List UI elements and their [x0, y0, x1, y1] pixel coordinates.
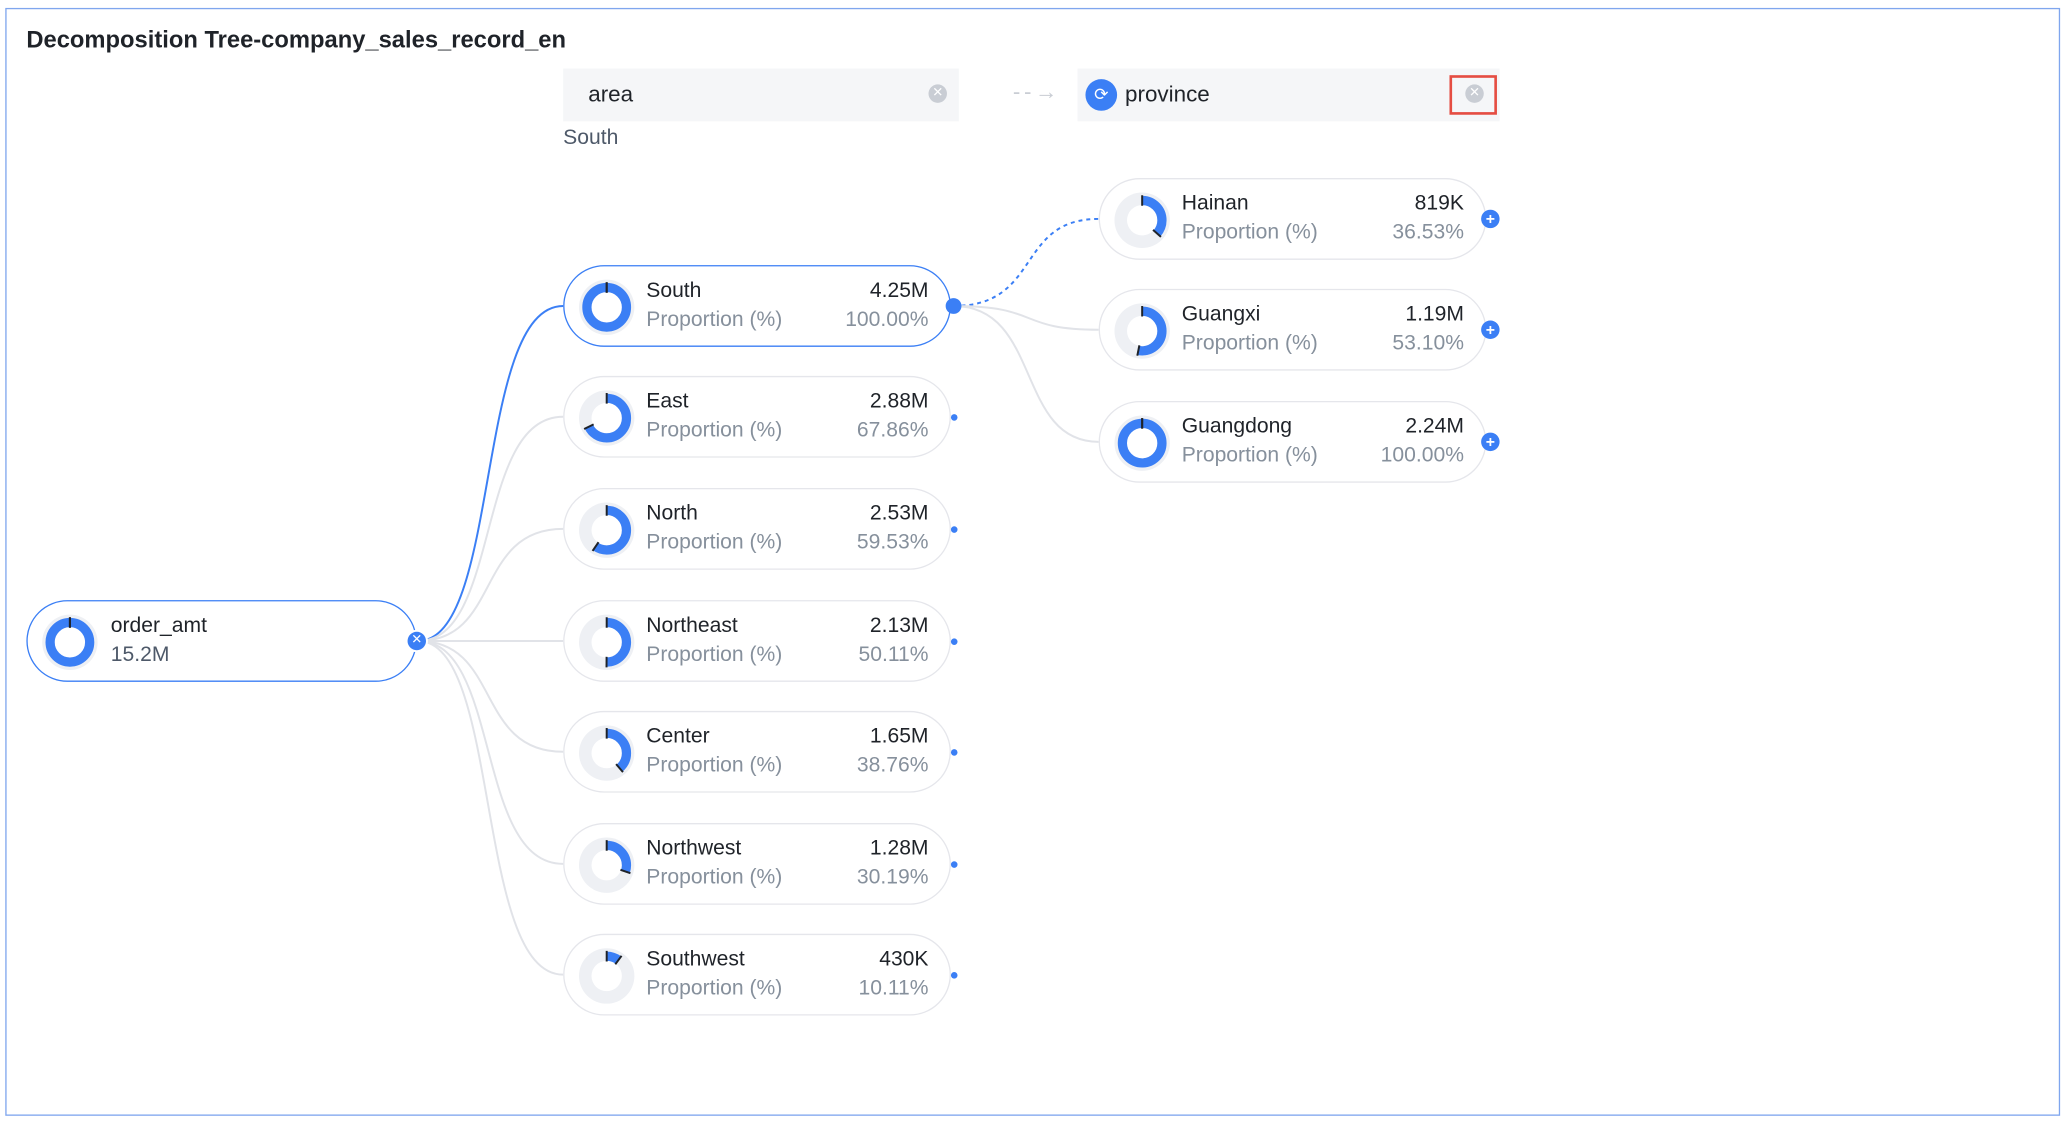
area-node-east[interactable]: East 2.88M Proportion (%) 67.86% — [563, 376, 951, 458]
donut-icon — [578, 947, 636, 1005]
donut-hole — [1127, 428, 1157, 458]
node-value: 15.2M — [111, 644, 170, 668]
donut-icon — [578, 836, 636, 894]
donut-icon — [41, 613, 99, 671]
proportion-label: Proportion (%) — [646, 532, 782, 556]
province-node-guangxi[interactable]: Guangxi 1.19M Proportion (%) 53.10% — [1099, 289, 1487, 371]
proportion-value: 59.53% — [857, 532, 929, 556]
tree-links — [0, 0, 2068, 1129]
donut-hole — [592, 515, 622, 545]
proportion-value: 50.11% — [859, 644, 929, 668]
node-value: 2.53M — [870, 503, 929, 527]
proportion-label: Proportion (%) — [1182, 332, 1318, 356]
root-node[interactable]: order_amt 15.2M — [26, 600, 416, 682]
donut-hole — [55, 627, 85, 657]
expand-dot[interactable] — [951, 414, 958, 421]
proportion-value: 10.11% — [859, 977, 929, 1001]
area-node-north[interactable]: North 2.53M Proportion (%) 59.53% — [563, 488, 951, 570]
node-value: 2.24M — [1405, 415, 1464, 439]
area-node-southwest[interactable]: Southwest 430K Proportion (%) 10.11% — [563, 934, 951, 1016]
donut-icon — [1113, 191, 1171, 249]
expand-icon[interactable]: + — [1481, 433, 1499, 451]
donut-hole — [592, 850, 622, 880]
node-value: 2.13M — [870, 615, 929, 639]
node-name: Northwest — [646, 838, 741, 862]
donut-hole — [592, 292, 622, 322]
proportion-label: Proportion (%) — [646, 977, 782, 1001]
proportion-value: 100.00% — [1381, 444, 1464, 468]
collapse-icon[interactable]: ✕ — [408, 632, 426, 650]
node-value: 1.28M — [870, 838, 929, 862]
node-name: Southwest — [646, 948, 745, 972]
donut-hole — [592, 738, 622, 768]
area-node-center[interactable]: Center 1.65M Proportion (%) 38.76% — [563, 711, 951, 793]
donut-icon — [578, 278, 636, 336]
node-value: 2.88M — [870, 390, 929, 414]
area-node-northwest[interactable]: Northwest 1.28M Proportion (%) 30.19% — [563, 823, 951, 905]
node-value: 4.25M — [870, 280, 929, 304]
donut-icon — [578, 389, 636, 447]
node-name: order_amt — [111, 615, 207, 639]
node-value: 1.65M — [870, 725, 929, 749]
node-name: Guangxi — [1182, 303, 1261, 327]
donut-hole — [592, 961, 622, 991]
node-value: 1.19M — [1405, 303, 1464, 327]
expand-icon[interactable]: + — [1481, 320, 1499, 338]
node-name: Center — [646, 725, 709, 749]
proportion-value: 36.53% — [1392, 222, 1464, 246]
donut-icon — [1113, 414, 1171, 472]
area-node-south[interactable]: South 4.25M Proportion (%) 100.00% — [563, 265, 951, 347]
area-node-northeast[interactable]: Northeast 2.13M Proportion (%) 50.11% — [563, 600, 951, 682]
proportion-label: Proportion (%) — [646, 644, 782, 668]
node-value: 430K — [879, 948, 928, 972]
donut-hole — [1127, 316, 1157, 346]
selected-connector-dot — [946, 298, 962, 314]
donut-hole — [592, 403, 622, 433]
node-name: Guangdong — [1182, 415, 1292, 439]
proportion-value: 100.00% — [845, 309, 928, 333]
expand-dot[interactable] — [951, 972, 958, 979]
node-name: East — [646, 390, 688, 414]
donut-icon — [1113, 302, 1171, 360]
donut-icon — [578, 613, 636, 671]
expand-dot[interactable] — [951, 638, 958, 645]
proportion-value: 67.86% — [857, 419, 929, 443]
proportion-value: 30.19% — [857, 867, 929, 891]
node-value: 819K — [1415, 193, 1464, 217]
expand-icon[interactable]: + — [1481, 210, 1499, 228]
province-node-guangdong[interactable]: Guangdong 2.24M Proportion (%) 100.00% — [1099, 401, 1487, 483]
expand-dot[interactable] — [951, 749, 958, 756]
expand-dot[interactable] — [951, 861, 958, 868]
donut-icon — [578, 501, 636, 559]
node-name: South — [646, 280, 701, 304]
proportion-value: 38.76% — [857, 754, 929, 778]
donut-hole — [592, 627, 622, 657]
proportion-label: Proportion (%) — [646, 309, 782, 333]
donut-icon — [578, 724, 636, 782]
proportion-label: Proportion (%) — [1182, 444, 1318, 468]
node-name: Northeast — [646, 615, 737, 639]
expand-dot[interactable] — [951, 526, 958, 533]
node-name: Hainan — [1182, 193, 1249, 217]
proportion-label: Proportion (%) — [1182, 222, 1318, 246]
proportion-label: Proportion (%) — [646, 754, 782, 778]
province-node-hainan[interactable]: Hainan 819K Proportion (%) 36.53% — [1099, 178, 1487, 260]
proportion-label: Proportion (%) — [646, 867, 782, 891]
node-name: North — [646, 503, 698, 527]
proportion-label: Proportion (%) — [646, 419, 782, 443]
proportion-value: 53.10% — [1392, 332, 1464, 356]
